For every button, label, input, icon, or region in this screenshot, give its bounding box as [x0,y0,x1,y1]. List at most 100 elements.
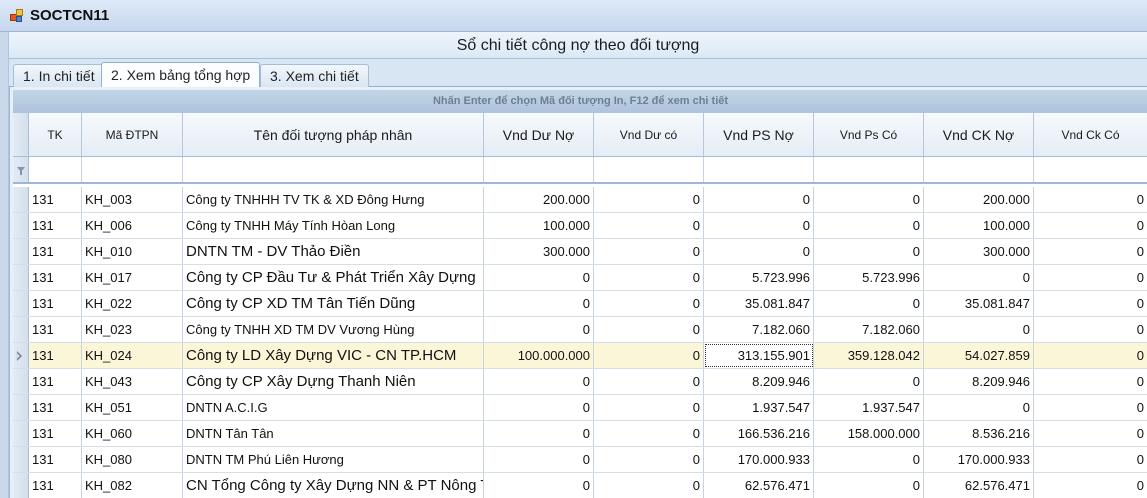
filter-cell-ck-no[interactable] [924,157,1034,182]
cell-vnd-ck-co[interactable]: 0 [1034,395,1147,420]
cell-ten-doi-tuong[interactable]: Công ty CP Xây Dựng Thanh Niên [183,369,484,394]
cell-vnd-ck-co[interactable]: 0 [1034,265,1147,290]
filter-cell-ck-co[interactable] [1034,157,1147,182]
cell-ten-doi-tuong[interactable]: DNTN A.C.I.G [183,395,484,420]
cell-vnd-ps-co[interactable]: 5.723.996 [814,265,924,290]
cell-vnd-ps-no[interactable]: 62.576.471 [704,473,814,498]
column-header-tk[interactable]: TK [29,113,82,156]
cell-ma-dtpn[interactable]: KH_003 [82,187,183,212]
row-indicator[interactable] [13,291,29,316]
data-grid[interactable]: TK Mã ĐTPN Tên đối tượng pháp nhân Vnd D… [13,113,1147,498]
table-row[interactable]: 131 KH_080 DNTN TM Phú Liên Hương 0 0 170.000… [13,447,1147,473]
filter-cell-ma-dtpn[interactable] [82,157,183,182]
cell-vnd-ps-no[interactable]: 0 [704,213,814,238]
cell-vnd-ps-no[interactable]: 8.209.946 [704,369,814,394]
cell-tk[interactable]: 131 [29,473,82,498]
cell-vnd-ps-no[interactable]: 166.536.216 [704,421,814,446]
filter-cell-du-co[interactable] [594,157,704,182]
cell-vnd-ck-co[interactable]: 0 [1034,421,1147,446]
cell-vnd-du-no[interactable]: 100.000.000 [484,343,594,368]
cell-tk[interactable]: 131 [29,187,82,212]
cell-vnd-du-co[interactable]: 0 [594,473,704,498]
cell-ten-doi-tuong[interactable]: DNTN Tân Tân [183,421,484,446]
cell-vnd-ck-co[interactable]: 0 [1034,213,1147,238]
cell-ma-dtpn[interactable]: KH_010 [82,239,183,264]
cell-vnd-ps-co[interactable]: 359.128.042 [814,343,924,368]
filter-cell-du-no[interactable] [484,157,594,182]
cell-vnd-du-co[interactable]: 0 [594,447,704,472]
cell-tk[interactable]: 131 [29,447,82,472]
table-row[interactable]: 131 KH_010 DNTN TM - DV Thảo Điền 300.000 0 0… [13,239,1147,265]
cell-vnd-du-co[interactable]: 0 [594,213,704,238]
table-row[interactable]: 131 KH_060 DNTN Tân Tân 0 0 166.536.216 158.00… [13,421,1147,447]
cell-tk[interactable]: 131 [29,265,82,290]
cell-vnd-du-no[interactable]: 0 [484,369,594,394]
column-header-vnd-ck-no[interactable]: Vnd CK Nợ [924,113,1034,156]
filter-cell-ps-co[interactable] [814,157,924,182]
cell-vnd-du-co[interactable]: 0 [594,317,704,342]
column-header-vnd-ck-co[interactable]: Vnd Ck Có [1034,113,1147,156]
table-row[interactable]: 131 KH_051 DNTN A.C.I.G 0 0 1.937.547 1.937.54… [13,395,1147,421]
cell-ten-doi-tuong[interactable]: DNTN TM Phú Liên Hương [183,447,484,472]
cell-vnd-du-co[interactable]: 0 [594,291,704,316]
cell-vnd-ps-co[interactable]: 7.182.060 [814,317,924,342]
cell-vnd-ck-co[interactable]: 0 [1034,291,1147,316]
cell-tk[interactable]: 131 [29,343,82,368]
cell-ma-dtpn[interactable]: KH_060 [82,421,183,446]
cell-vnd-du-co[interactable]: 0 [594,369,704,394]
cell-ten-doi-tuong[interactable]: Công ty TNHH Máy Tính Hòan Long [183,213,484,238]
table-row[interactable]: 131 KH_043 Công ty CP Xây Dựng Thanh Niên 0… [13,369,1147,395]
tab-xem-chi-tiet[interactable]: 3. Xem chi tiết [260,64,369,87]
cell-vnd-ck-no[interactable]: 35.081.847 [924,291,1034,316]
row-indicator[interactable] [13,187,29,212]
table-row[interactable]: 131 KH_023 Công ty TNHH XD TM DV Vương Hùn… [13,317,1147,343]
cell-vnd-ck-no[interactable]: 300.000 [924,239,1034,264]
row-indicator[interactable] [13,317,29,342]
cell-vnd-ck-co[interactable]: 0 [1034,343,1147,368]
cell-ma-dtpn[interactable]: KH_082 [82,473,183,498]
cell-vnd-ps-co[interactable]: 0 [814,447,924,472]
cell-vnd-ck-co[interactable]: 0 [1034,187,1147,212]
cell-tk[interactable]: 131 [29,421,82,446]
cell-vnd-du-no[interactable]: 300.000 [484,239,594,264]
cell-ten-doi-tuong[interactable]: Công ty TNHHH TV TK & XD Đông Hưng [183,187,484,212]
cell-vnd-du-co[interactable]: 0 [594,265,704,290]
column-header-ma-dtpn[interactable]: Mã ĐTPN [82,113,183,156]
cell-vnd-ps-no[interactable]: 0 [704,239,814,264]
cell-vnd-du-co[interactable]: 0 [594,395,704,420]
cell-vnd-ps-co[interactable]: 158.000.000 [814,421,924,446]
cell-ma-dtpn[interactable]: KH_024 [82,343,183,368]
cell-vnd-ps-no[interactable]: 5.723.996 [704,265,814,290]
row-indicator[interactable] [13,473,29,498]
row-indicator[interactable] [13,265,29,290]
table-row[interactable]: 131 KH_006 Công ty TNHH Máy Tính Hòan Long… [13,213,1147,239]
filter-cell-ps-no[interactable] [704,157,814,182]
cell-vnd-du-no[interactable]: 0 [484,473,594,498]
cell-vnd-ck-no[interactable]: 170.000.933 [924,447,1034,472]
cell-vnd-du-no[interactable]: 0 [484,421,594,446]
row-indicator[interactable] [13,369,29,394]
cell-ma-dtpn[interactable]: KH_022 [82,291,183,316]
cell-vnd-du-no[interactable]: 0 [484,447,594,472]
cell-vnd-ps-no[interactable]: 1.937.547 [704,395,814,420]
row-indicator[interactable] [13,239,29,264]
table-row[interactable]: 131 KH_024 Công ty LD Xây Dựng VIC - CN TP… [13,343,1147,369]
cell-vnd-ps-no[interactable]: 170.000.933 [704,447,814,472]
column-header-vnd-du-no[interactable]: Vnd Dư Nợ [484,113,594,156]
row-indicator[interactable] [13,421,29,446]
cell-vnd-ck-co[interactable]: 0 [1034,239,1147,264]
cell-tk[interactable]: 131 [29,395,82,420]
cell-vnd-ck-no[interactable]: 100.000 [924,213,1034,238]
cell-ten-doi-tuong[interactable]: Công ty LD Xây Dựng VIC - CN TP.HCM [183,343,484,368]
filter-cell-ten[interactable] [183,157,484,182]
cell-ten-doi-tuong[interactable]: DNTN TM - DV Thảo Điền [183,239,484,264]
cell-vnd-ps-co[interactable]: 0 [814,473,924,498]
cell-ma-dtpn[interactable]: KH_051 [82,395,183,420]
table-row[interactable]: 131 KH_017 Công ty CP Đầu Tư & Phát Triển … [13,265,1147,291]
cell-ma-dtpn[interactable]: KH_043 [82,369,183,394]
cell-vnd-ck-no[interactable]: 200.000 [924,187,1034,212]
cell-vnd-ck-co[interactable]: 0 [1034,369,1147,394]
cell-vnd-du-co[interactable]: 0 [594,239,704,264]
cell-vnd-ck-co[interactable]: 0 [1034,447,1147,472]
cell-tk[interactable]: 131 [29,239,82,264]
